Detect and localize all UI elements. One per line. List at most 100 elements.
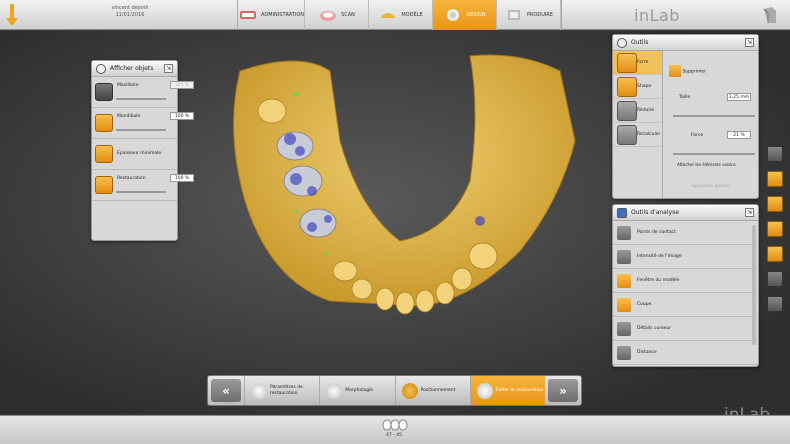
objects-panel-title: Afficher objets xyxy=(110,65,154,72)
patient-date: 11/01/2016 xyxy=(115,12,145,18)
tool-tab-form[interactable]: Form xyxy=(613,51,662,75)
cut-icon xyxy=(617,297,631,312)
cursor-details-icon xyxy=(617,321,631,336)
pen-icon[interactable] xyxy=(767,271,783,287)
library-icon[interactable] xyxy=(767,296,783,312)
analysis-item-distance[interactable]: Distance xyxy=(613,341,758,365)
delete-icon xyxy=(669,65,681,77)
object-row-maxillary[interactable]: Maxillaire 100 % xyxy=(92,77,194,108)
analysis-panel-icon xyxy=(617,207,627,218)
next-step-button[interactable]: » xyxy=(548,379,578,402)
magnify-icon[interactable] xyxy=(767,246,783,262)
object-label: Maxillaire xyxy=(117,83,139,88)
object-row-restoration[interactable]: Restauration 100 % xyxy=(92,170,194,201)
pin-icon[interactable]: ⇲ xyxy=(164,64,173,73)
3d-viewport[interactable]: Afficher objets ⇲ Maxillaire 100 % Mandi… xyxy=(0,31,790,433)
tooth-selection-icon[interactable] xyxy=(382,419,408,431)
attach-neighbors-option[interactable]: Attacher les éléments voisins xyxy=(677,162,755,167)
step-morphology[interactable]: Morphologie xyxy=(319,376,394,405)
phase-tabs: ADMINISTRATION SCAN MODÈLE DESIGN PRODUI… xyxy=(237,0,562,30)
delete-tool[interactable]: Supprimer xyxy=(669,65,706,77)
mandible-icon[interactable] xyxy=(95,114,113,132)
force-slider[interactable] xyxy=(673,153,755,155)
previous-step-button[interactable]: « xyxy=(211,379,241,402)
maxillary-icon[interactable] xyxy=(95,83,113,101)
analysis-item-image-intensity[interactable]: Intensité de l'image xyxy=(613,245,758,269)
analysis-item-label: Détails curseur xyxy=(637,326,672,331)
analysis-item-label: Fenêtre du modèle xyxy=(637,278,680,283)
step-restoration-params[interactable]: Paramètres de restauration xyxy=(244,376,319,405)
object-opacity-value[interactable]: 100 % xyxy=(170,112,194,120)
object-row-min-thickness[interactable]: Epaisseur minimale xyxy=(92,139,177,170)
tooth-range-label: 47 - 45 xyxy=(386,433,402,438)
form-icon xyxy=(617,52,637,73)
step-edit-restoration[interactable]: Éditer la restauration xyxy=(469,376,545,405)
back-arrow-icon[interactable] xyxy=(6,4,18,26)
tool-tab-label: Form xyxy=(637,60,649,65)
object-opacity-value[interactable]: 100 % xyxy=(170,174,194,182)
tab-design[interactable]: DESIGN xyxy=(433,0,498,30)
object-opacity-value[interactable]: 100 % xyxy=(170,81,194,89)
object-row-mandible[interactable]: Mandibule 100 % xyxy=(92,108,194,139)
tool-tab-recalculate[interactable]: Recalculer xyxy=(613,123,662,147)
min-thickness-icon[interactable] xyxy=(95,145,113,163)
right-toolbar xyxy=(767,146,785,321)
model-window-icon xyxy=(617,273,631,288)
export-icon[interactable] xyxy=(763,6,777,24)
patient-info: vincent dejonh 11/01/2016 xyxy=(95,5,165,19)
tool-tab-reduce[interactable]: Réduire xyxy=(613,99,662,123)
analysis-item-cursor-details[interactable]: Détails curseur xyxy=(613,317,758,341)
analysis-item-contacts[interactable]: Points de contact xyxy=(613,221,758,245)
analysis-panel-title: Outils d'analyse xyxy=(631,209,679,216)
analysis-item-label: Coupe xyxy=(637,302,652,307)
tab-model[interactable]: MODÈLE xyxy=(369,0,434,30)
tab-label: MODÈLE xyxy=(401,12,423,18)
opacity-slider[interactable] xyxy=(116,98,166,100)
step-label: Paramètres de restauration xyxy=(270,384,303,396)
size-input[interactable]: 1,25 mm xyxy=(727,93,751,101)
tools-panel: Outils ⇲ Form Shape Réduire Recalculer S… xyxy=(612,34,759,199)
tools-panel-header: Outils ⇲ xyxy=(613,35,758,51)
contacts-icon xyxy=(617,225,631,240)
object-label: Mandibule xyxy=(117,114,141,119)
pin-icon[interactable]: ⇲ xyxy=(745,38,754,47)
step-positioning[interactable]: Positionnement xyxy=(394,376,470,405)
objects-panel: Afficher objets ⇲ Maxillaire 100 % Mandi… xyxy=(91,60,194,241)
analysis-scrollbar[interactable] xyxy=(752,225,756,345)
tool-tab-label: Shape xyxy=(637,84,652,89)
screenshot-icon[interactable] xyxy=(767,221,783,237)
force-label: Force xyxy=(691,133,704,138)
tab-produce[interactable]: PRODUIRE xyxy=(497,0,562,30)
app-logo: inLab xyxy=(634,6,680,25)
tool-tab-label: Réduire xyxy=(637,108,655,113)
workflow-bar: « Paramètres de restauration Morphologie… xyxy=(207,375,582,406)
size-label: Taille xyxy=(679,95,691,100)
view-cube-icon[interactable] xyxy=(767,146,783,162)
objects-panel-icon xyxy=(96,63,106,74)
rotate-view-icon[interactable] xyxy=(767,196,783,212)
design-icon xyxy=(447,9,460,21)
analysis-item-model-window[interactable]: Fenêtre du modèle xyxy=(613,269,758,293)
edit-restoration-icon xyxy=(476,382,493,399)
analysis-item-cut[interactable]: Coupe xyxy=(613,293,758,317)
size-slider[interactable] xyxy=(673,115,755,117)
center-view-icon[interactable] xyxy=(767,171,783,187)
opacity-slider[interactable] xyxy=(116,129,166,131)
tool-tab-shape[interactable]: Shape xyxy=(613,75,662,99)
pin-icon[interactable]: ⇲ xyxy=(745,208,754,217)
top-toolbar: vincent dejonh 11/01/2016 ADMINISTRATION… xyxy=(0,0,790,30)
objects-panel-header: Afficher objets ⇲ xyxy=(92,61,177,77)
opacity-slider[interactable] xyxy=(116,191,166,193)
object-label: Restauration xyxy=(117,176,146,181)
distance-icon xyxy=(617,345,631,360)
force-input[interactable]: 21 % xyxy=(727,131,751,139)
model-icon xyxy=(380,13,397,18)
step-label: Morphologie xyxy=(345,387,374,393)
global-application-option[interactable]: Application globale xyxy=(691,183,729,188)
tab-scan[interactable]: SCAN xyxy=(305,0,370,30)
step-label: Éditer la restauration xyxy=(495,387,544,393)
restoration-icon[interactable] xyxy=(95,176,113,194)
tab-administration[interactable]: ADMINISTRATION xyxy=(238,0,306,30)
attach-label: Attacher les éléments voisins xyxy=(677,162,736,167)
tool-tab-label: Recalculer xyxy=(637,132,661,137)
